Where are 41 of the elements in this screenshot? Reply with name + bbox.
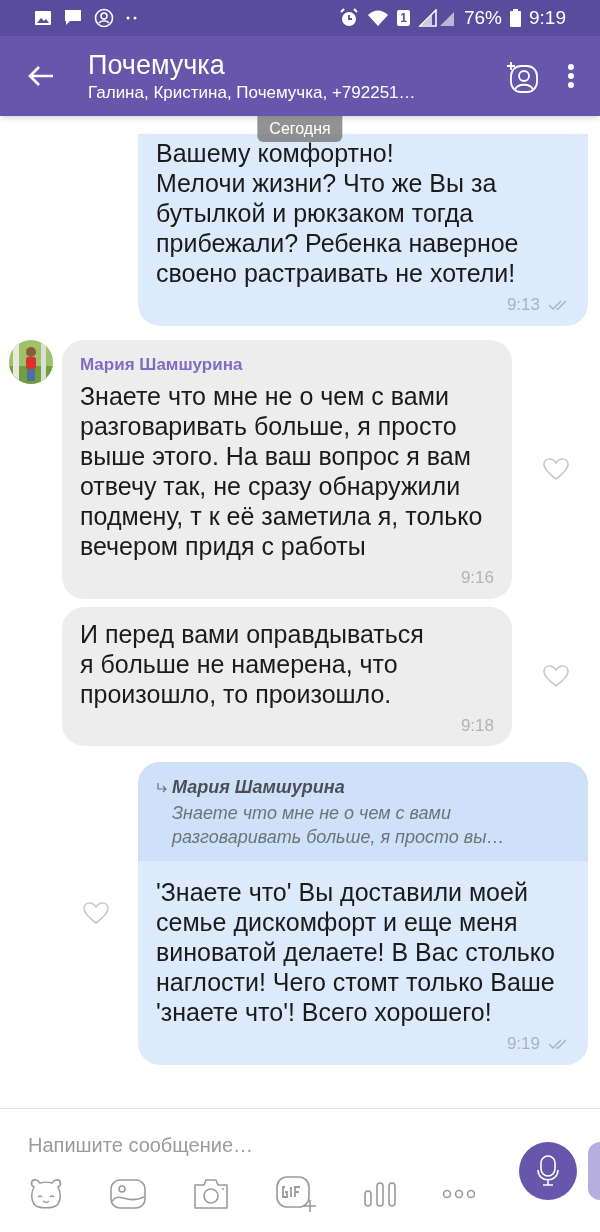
quoted-sender: Мария Шамшурина [172,776,345,799]
message-input[interactable]: Напишите сообщение… [28,1129,428,1160]
battery-percent: 76% [464,5,502,30]
sticker-icon[interactable] [28,1176,64,1211]
chat-participants: Галина, Кристина, Почемучка, +792251… [88,82,417,104]
sim-indicator: 1 [397,10,410,26]
message-text: И перед вами оправдываться я больше не намерена, что произошло, то произошло. [80,618,425,709]
alarm-icon [339,8,360,28]
clock: 9:19 [529,5,566,30]
heart-icon[interactable] [542,664,570,689]
message-time: 9:19 [506,1033,540,1055]
heart-icon[interactable] [542,457,570,481]
message-text: 'Знаете что' Вы доставили моей семье дискомфорт и еще меня виноватой делаете! В Вас столько наглости! Чего стомт только Ваше 'знаете что'! Всего хорошего! [156,877,556,1027]
message-time: 9:16 [460,567,494,589]
date-chip: Сегодня [257,116,343,142]
equalizer-icon[interactable] [364,1180,396,1207]
side-button[interactable] [588,1141,600,1200]
chat-title: Почемучка [88,49,226,82]
more-options-icon[interactable] [442,1188,476,1199]
image-icon [34,10,52,26]
back-arrow-icon [28,65,54,87]
account-icon [94,8,114,28]
heart-icon[interactable] [82,901,110,926]
quoted-text: Знаете что мне не о чем с вами разговаривать больше, я просто вы… [170,802,506,849]
gallery-icon[interactable] [110,1178,146,1209]
voice-message-button[interactable] [519,1141,577,1200]
avatar [9,339,53,384]
sender-name: Мария Шамшурина [80,353,244,376]
microphone-icon [537,1154,559,1187]
message-time: 9:18 [460,714,494,737]
more-dots-icon [126,16,138,20]
message-time: 9:13 [506,294,540,316]
camera-icon[interactable] [192,1176,230,1211]
menu-icon [567,63,575,89]
message-text: Знаете что мне не о чем с вами разговаривать больше, я просто выше этого. На ваш вопрос я вам отвечу так, не сразу обнаружили подмену, т к её заметила я, только вечером придя с работы [80,381,484,561]
signal-icon [418,9,456,27]
battery-icon [510,9,521,27]
gif-icon[interactable] [276,1175,318,1212]
reply-arrow-icon [156,781,168,794]
wifi-icon [367,9,390,27]
message-icon [64,9,82,27]
